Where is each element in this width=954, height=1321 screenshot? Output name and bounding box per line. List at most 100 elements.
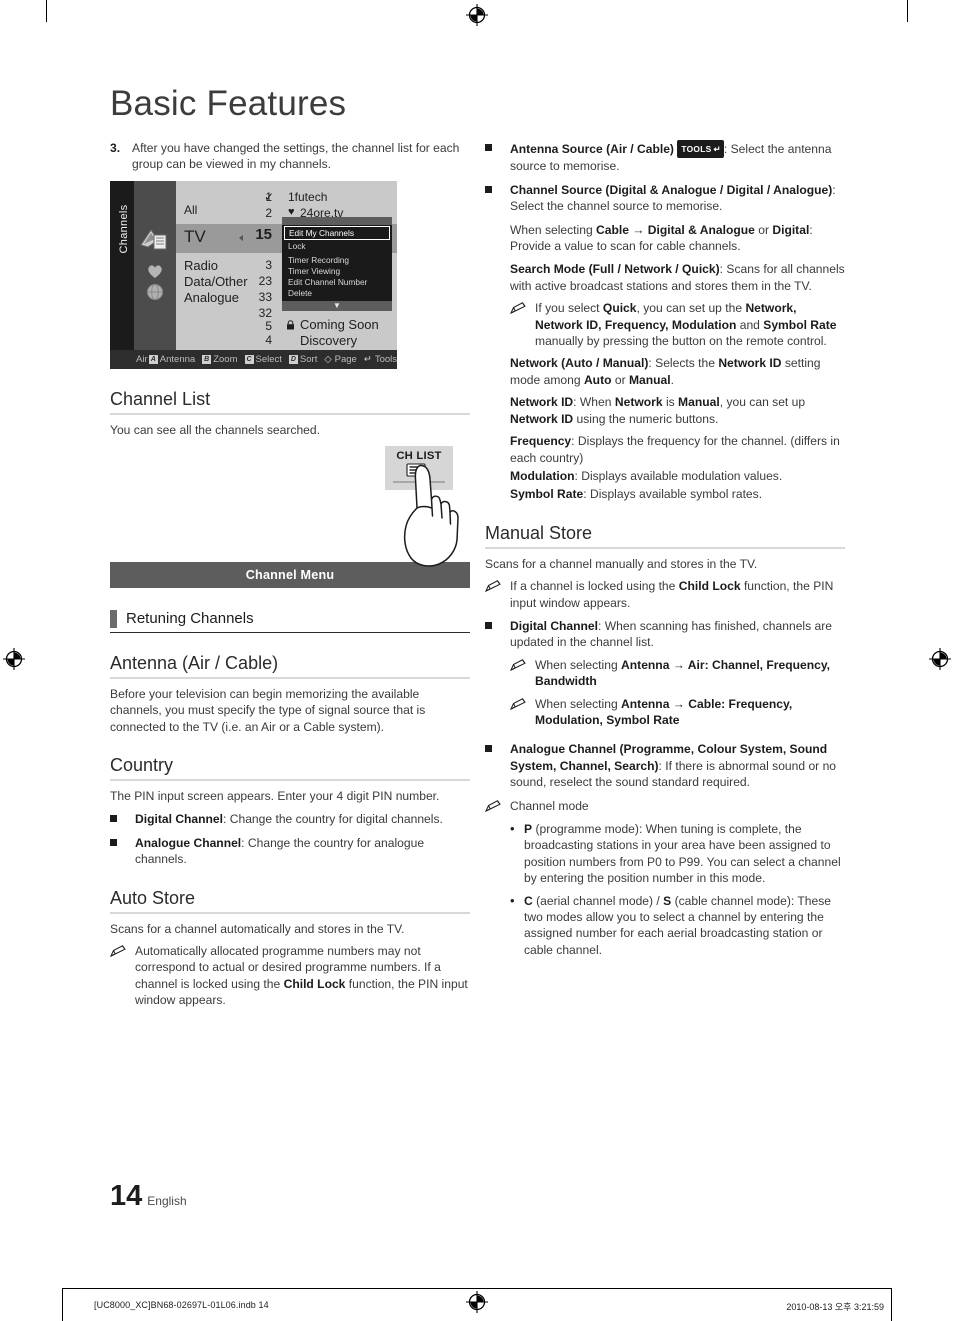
text-bold: Quick (602, 301, 637, 316)
list-item: Analogue Channel: Change the country for… (110, 835, 470, 868)
right-column: Antenna Source (Air / Cable) TOOLS ↵: Sel… (485, 140, 845, 964)
country-body: The PIN input screen appears. Enter your… (110, 789, 440, 804)
tv-side-label-rail: Channels (110, 180, 134, 350)
antenna-body: Before your television can begin memoriz… (110, 686, 426, 734)
term-digital-channel: Digital Channel (135, 812, 224, 827)
divider (110, 779, 470, 782)
tv-menu-item-timer-recording[interactable]: Timer Recording (282, 254, 392, 265)
term-rest: : Displays available symbol rates. (583, 487, 763, 502)
tv-hint-page[interactable]: ◇ Page (324, 354, 357, 365)
note-item: When selecting Antenna → Cable: Frequenc… (510, 696, 845, 729)
step-3: 3. After you have changed the settings, … (110, 140, 470, 173)
tv-menu-header (282, 216, 392, 225)
tv-channel-name: Discovery (300, 332, 358, 348)
note-item: If you select Quick, you can set up the … (510, 300, 845, 349)
step-3-number: 3. (110, 141, 121, 155)
tv-hint-label: Select (255, 353, 282, 365)
note-item: Channel mode (485, 798, 845, 815)
text-fragment: If you select (535, 301, 603, 316)
text-bold: Cable → Digital & Analogue (596, 222, 755, 237)
registration-mark-left (3, 648, 25, 670)
heading-channel-list: Channel List (110, 388, 211, 409)
text-bold: C (524, 893, 533, 908)
text-fragment: and (736, 317, 764, 332)
tv-hint-label: Sort (299, 353, 318, 365)
tv-channel-number: 5 (265, 318, 272, 333)
divider (110, 676, 470, 679)
text-bold: Manual (678, 395, 720, 410)
text-fragment: or (611, 372, 629, 387)
channel-mode-note-list: Channel mode (485, 798, 845, 815)
tv-channel-name: Coming Soon (300, 316, 379, 332)
tv-hint-tools[interactable]: ↵ Tools (364, 354, 397, 365)
tv-hint-select[interactable]: C Select (244, 353, 282, 365)
tv-menu-item-edit-channel-number[interactable]: Edit Channel Number (282, 276, 392, 287)
text-fragment: : When (573, 395, 615, 410)
tv-channel-number: 15 (255, 225, 272, 243)
tv-group-radio[interactable]: Radio (184, 258, 218, 273)
channel-list-body: You can see all the channels searched. (110, 422, 320, 437)
divider (485, 546, 845, 549)
text-bold: Child Lock (678, 579, 741, 594)
quick-note-list: If you select Quick, you can set up the … (510, 300, 845, 349)
tv-left-arrow-icon (239, 234, 243, 241)
footer-timestamp: 2010-08-13 오후 3:21:59 (786, 1302, 884, 1312)
pencil-note-icon (485, 798, 510, 815)
modulation-line: Modulation: Displays available modulatio… (510, 468, 845, 484)
tv-menu-scroll-down-icon[interactable]: ▼ (282, 300, 392, 311)
term-symbol-rate: Symbol Rate (510, 487, 584, 502)
tv-favourites-heart-icon (146, 263, 164, 279)
list-item: • P (programme mode): When tuning is com… (510, 821, 845, 887)
tv-menu-item-edit-my-channels[interactable]: Edit My Channels (284, 225, 390, 240)
tv-menu-item-lock[interactable]: Lock (282, 240, 392, 251)
tv-hint-antenna[interactable]: A Antenna (148, 353, 196, 365)
text-fragment: When selecting (510, 222, 597, 237)
country-bullet-list: Digital Channel: Change the country for … (110, 811, 470, 867)
text-fragment: . (670, 372, 675, 387)
term-search-mode: Search Mode (Full / Network / Quick) (510, 262, 720, 277)
page-language: English (147, 1194, 187, 1208)
page-title: Basic Features (110, 84, 347, 123)
note-item: Automatically allocated programme number… (110, 943, 470, 1009)
left-column: 3. After you have changed the settings, … (110, 140, 470, 1015)
registration-mark-top (466, 4, 488, 26)
tv-channel-number: 2 (265, 205, 272, 220)
tv-checkmark-icon: ✓ (264, 189, 275, 204)
term-modulation: Modulation (510, 468, 575, 483)
list-item: Digital Channel: When scanning has finis… (485, 618, 845, 734)
network-id-line: Network ID: When Network is Manual, you … (510, 394, 845, 427)
tv-hint-label: Page (334, 353, 357, 365)
crop-mark-top-left (46, 0, 47, 22)
tv-side-label: Channels (118, 204, 130, 254)
tv-group-analogue[interactable]: Analogue (184, 290, 239, 305)
text-fragment: (aerial channel mode) / (532, 893, 664, 908)
tv-group-tv[interactable]: TV (184, 227, 206, 247)
text-fragment: using the numeric buttons. (573, 411, 719, 426)
updown-icon: ◇ (324, 353, 332, 365)
subheading-marker (110, 609, 117, 628)
tv-help-hints: A Antenna B Zoom C Select D Sort ◇ Page ↵ Tool… (148, 353, 397, 365)
heading-antenna: Antenna (Air / Cable) (110, 652, 279, 673)
note-bold: Child Lock (283, 976, 346, 991)
text-fragment: manually by pressing the button on the r… (535, 334, 827, 349)
tv-menu-item-delete[interactable]: Delete (282, 287, 392, 298)
cable-selection-line: When selecting Cable → Digital & Analogu… (510, 222, 845, 255)
registration-mark-right (929, 648, 951, 670)
text-fragment: (programme mode): When tuning is complet… (524, 822, 841, 886)
note-item: When selecting Antenna → Air: Channel, F… (510, 657, 845, 690)
tools-badge: TOOLS ↵ (677, 140, 724, 159)
tv-hint-label: Antenna (159, 353, 196, 365)
key-badge-d: D (288, 354, 298, 364)
tv-channel-number: 33 (258, 289, 272, 304)
text-bold: Network (614, 395, 663, 410)
square-bullet-icon (485, 741, 510, 790)
text-bold: Network ID (718, 356, 782, 371)
text-bold: Digital (772, 222, 810, 237)
tv-menu-item-timer-viewing[interactable]: Timer Viewing (282, 265, 392, 276)
tv-channel-number: 4 (265, 332, 272, 347)
tv-hint-sort[interactable]: D Sort (288, 353, 318, 365)
tv-group-data[interactable]: Data/Other (184, 274, 248, 289)
tv-help-bar: Air A Antenna B Zoom C Select D Sort ◇ Page ↵… (110, 349, 397, 369)
tv-group-all[interactable]: All (184, 203, 197, 217)
tv-hint-zoom[interactable]: B Zoom (202, 354, 238, 365)
